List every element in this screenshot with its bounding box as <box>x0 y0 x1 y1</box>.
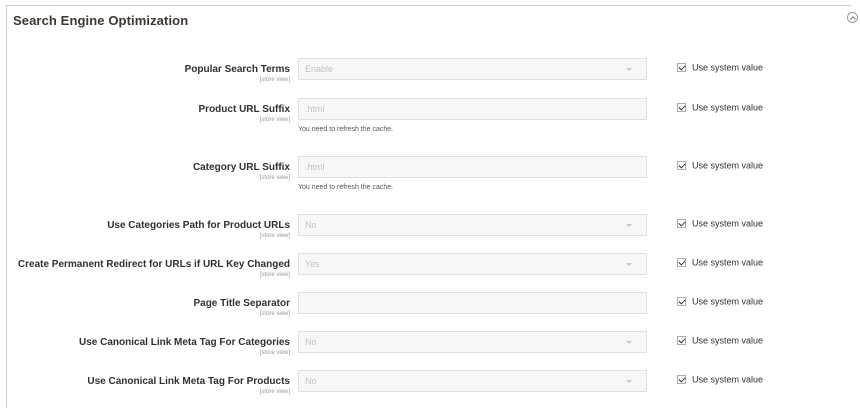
scope-label: [store view] <box>259 350 290 356</box>
scope-label: [store view] <box>259 175 290 181</box>
collapse-up-icon[interactable] <box>847 12 858 23</box>
use-system-value-label: Use system value <box>692 335 764 346</box>
use-system-value[interactable]: Use system value <box>677 335 763 346</box>
page-title-separator-input[interactable] <box>298 292 647 314</box>
use-system-value-checkbox[interactable] <box>677 103 686 113</box>
field-label: Use Canonical Link Meta Tag For Products <box>87 376 290 387</box>
field-label: Popular Search Terms <box>184 64 290 75</box>
field-note: You need to refresh the cache. <box>298 126 394 133</box>
product-url-suffix-input[interactable]: .html <box>298 98 647 120</box>
use-system-value-checkbox[interactable] <box>677 375 686 385</box>
field-label: Page Title Separator <box>193 298 290 309</box>
scope-label: [store view] <box>259 233 290 239</box>
field-note: You need to refresh the cache. <box>298 184 394 191</box>
canonical-products-select[interactable]: No <box>298 370 647 392</box>
field-label: Category URL Suffix <box>192 162 290 173</box>
use-system-value[interactable]: Use system value <box>677 257 763 268</box>
use-system-value-checkbox[interactable] <box>677 63 686 73</box>
use-system-value-checkbox[interactable] <box>677 258 686 268</box>
field-label: Create Permanent Redirect for URLs if UR… <box>17 259 290 270</box>
use-system-value-label: Use system value <box>692 62 764 73</box>
use-system-value-label: Use system value <box>692 160 764 171</box>
use-system-value[interactable]: Use system value <box>677 296 763 307</box>
scope-label: [store view] <box>259 77 290 83</box>
use-system-value-checkbox[interactable] <box>677 336 686 346</box>
scope-label: [store view] <box>259 272 290 278</box>
category-url-suffix-input[interactable]: .html <box>298 156 647 178</box>
field-label: Use Categories Path for Product URLs <box>107 220 290 231</box>
use-system-value-label: Use system value <box>692 374 764 385</box>
use-system-value[interactable]: Use system value <box>677 218 763 229</box>
use-system-value-label: Use system value <box>692 296 764 307</box>
field-label: Product URL Suffix <box>198 104 290 115</box>
use-system-value[interactable]: Use system value <box>677 102 763 113</box>
use-system-value-checkbox[interactable] <box>677 219 686 229</box>
use-system-value-checkbox[interactable] <box>677 161 686 171</box>
use-system-value-label: Use system value <box>692 218 764 229</box>
scope-label: [store view] <box>259 311 290 317</box>
section-title[interactable]: Search Engine Optimization <box>13 13 188 28</box>
use-system-value-checkbox[interactable] <box>677 297 686 307</box>
use-system-value[interactable]: Use system value <box>677 62 763 73</box>
field-label: Use Canonical Link Meta Tag For Categori… <box>79 337 290 348</box>
use-system-value[interactable]: Use system value <box>677 160 763 171</box>
use-system-value[interactable]: Use system value <box>677 374 763 385</box>
canonical-categories-select[interactable]: No <box>298 331 647 353</box>
scope-label: [store view] <box>259 389 290 395</box>
scope-label: [store view] <box>259 117 290 123</box>
permanent-redirect-select[interactable]: Yes <box>298 253 647 275</box>
categories-path-select[interactable]: No <box>298 214 647 236</box>
use-system-value-label: Use system value <box>692 257 764 268</box>
popular-search-terms-select[interactable]: Enable <box>298 58 647 80</box>
use-system-value-label: Use system value <box>692 102 764 113</box>
